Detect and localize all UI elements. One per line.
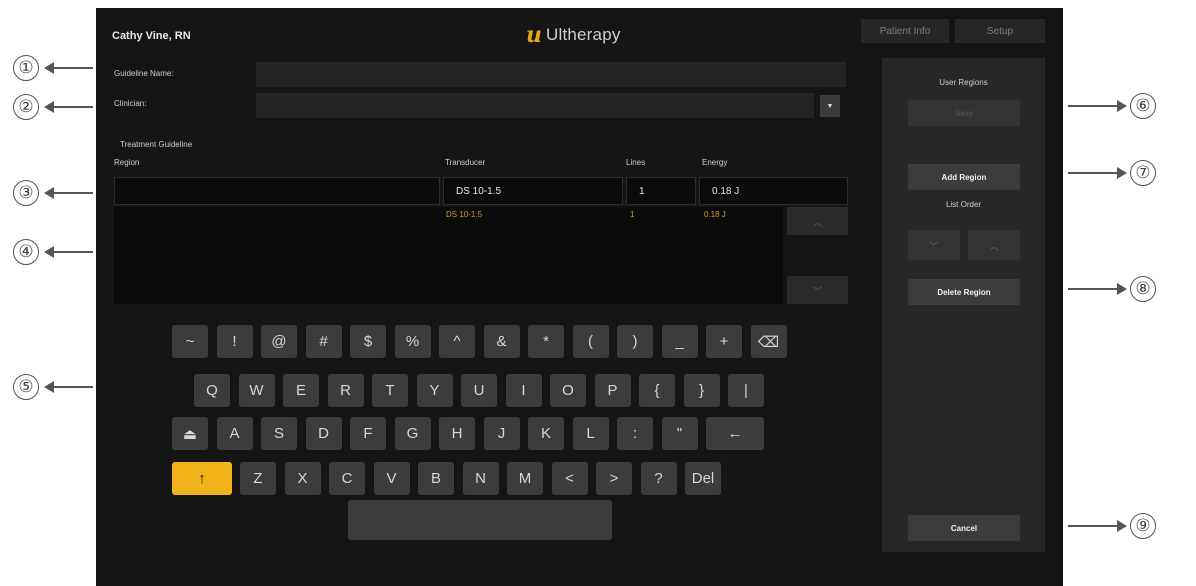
callout-arrow bbox=[1068, 520, 1127, 532]
key[interactable]: K bbox=[528, 417, 564, 450]
callout-7: ⑦ bbox=[1068, 160, 1156, 186]
stage: ① ② ③ ④ ⑤ ⑥ ⑦ ⑧ ⑨ Cathy Vine, RN u Ulthe bbox=[0, 0, 1196, 586]
key[interactable]: " bbox=[661, 417, 698, 450]
add-region-button[interactable]: Add Region bbox=[908, 164, 1020, 190]
key[interactable]: E bbox=[283, 374, 319, 407]
list-order-label: List Order bbox=[945, 200, 982, 209]
key[interactable]: ? bbox=[640, 462, 677, 495]
key[interactable]: D bbox=[305, 417, 342, 450]
key[interactable]: T bbox=[372, 374, 408, 407]
key[interactable]: P bbox=[594, 374, 631, 407]
key[interactable]: R bbox=[327, 374, 364, 407]
key[interactable]: % bbox=[394, 325, 431, 358]
key[interactable]: } bbox=[683, 374, 720, 407]
backspace-key[interactable]: ⌫ bbox=[750, 325, 787, 358]
order-down-button[interactable]: ﹀ bbox=[908, 230, 960, 260]
key[interactable]: H bbox=[439, 417, 475, 450]
key[interactable]: F bbox=[350, 417, 386, 450]
space-key[interactable] bbox=[348, 500, 612, 540]
key[interactable]: @ bbox=[261, 325, 297, 358]
callout-arrow bbox=[44, 101, 93, 113]
key[interactable]: N bbox=[462, 462, 499, 495]
key[interactable]: $ bbox=[350, 325, 386, 358]
callout-arrow bbox=[1068, 167, 1127, 179]
key[interactable]: A bbox=[216, 417, 253, 450]
key[interactable]: M bbox=[507, 462, 543, 495]
callout-arrow bbox=[44, 246, 93, 258]
callout-9: ⑨ bbox=[1068, 513, 1156, 539]
key[interactable]: ! bbox=[216, 325, 253, 358]
user-regions-label: User Regions bbox=[939, 78, 988, 87]
key[interactable]: Q bbox=[194, 374, 230, 407]
key[interactable]: I bbox=[505, 374, 542, 407]
callout-1: ① bbox=[13, 55, 93, 81]
key[interactable]: # bbox=[305, 325, 342, 358]
key[interactable]: ) bbox=[617, 325, 653, 358]
callout-4: ④ bbox=[13, 239, 93, 265]
key[interactable]: { bbox=[639, 374, 675, 407]
chevron-up-icon: ︿ bbox=[989, 241, 999, 253]
key[interactable]: O bbox=[550, 374, 586, 407]
key[interactable]: W bbox=[238, 374, 275, 407]
key[interactable]: B bbox=[418, 462, 454, 495]
callout-2: ② bbox=[13, 94, 93, 120]
key[interactable]: G bbox=[394, 417, 431, 450]
key[interactable]: Z bbox=[240, 462, 276, 495]
callout-arrow bbox=[44, 62, 93, 74]
key[interactable]: ( bbox=[572, 325, 609, 358]
key[interactable]: ~ bbox=[172, 325, 208, 358]
callout-arrow bbox=[44, 187, 93, 199]
enter-key[interactable]: ← bbox=[706, 417, 764, 450]
key[interactable]: J bbox=[483, 417, 520, 450]
key[interactable]: U bbox=[461, 374, 497, 407]
key[interactable]: & bbox=[483, 325, 520, 358]
callout-arrow bbox=[1068, 100, 1127, 112]
key[interactable]: S bbox=[261, 417, 297, 450]
key[interactable]: : bbox=[617, 417, 653, 450]
key[interactable]: C bbox=[329, 462, 365, 495]
key[interactable]: L bbox=[572, 417, 609, 450]
callout-5: ⑤ bbox=[13, 374, 93, 400]
key[interactable]: _ bbox=[661, 325, 698, 358]
delete-key[interactable]: Del bbox=[685, 462, 721, 495]
save-button[interactable]: Save bbox=[908, 100, 1020, 126]
right-panel: User Regions Save Add Region List Order … bbox=[882, 58, 1045, 552]
device-screen: Cathy Vine, RN u Ultherapy Patient Info … bbox=[96, 8, 1063, 586]
shift-key[interactable]: ↑ bbox=[172, 462, 232, 495]
key[interactable]: Y bbox=[416, 374, 453, 407]
caps-lock-key[interactable]: ⏏ bbox=[172, 417, 208, 450]
callout-6: ⑥ bbox=[1068, 93, 1156, 119]
chevron-down-icon: ﹀ bbox=[929, 241, 939, 253]
key[interactable]: + bbox=[706, 325, 742, 358]
key[interactable]: > bbox=[596, 462, 632, 495]
callout-arrow bbox=[1068, 283, 1127, 295]
callout-arrow bbox=[44, 381, 93, 393]
order-up-button[interactable]: ︿ bbox=[968, 230, 1020, 260]
key[interactable]: ^ bbox=[439, 325, 475, 358]
key[interactable]: < bbox=[551, 462, 588, 495]
tab-setup[interactable]: Setup bbox=[955, 19, 1045, 43]
callout-3: ③ bbox=[13, 180, 93, 206]
key[interactable]: V bbox=[373, 462, 410, 495]
tab-patient-info[interactable]: Patient Info bbox=[861, 19, 949, 43]
callout-8: ⑧ bbox=[1068, 276, 1156, 302]
key[interactable]: X bbox=[284, 462, 321, 495]
key[interactable]: | bbox=[728, 374, 764, 407]
key[interactable]: * bbox=[528, 325, 564, 358]
delete-region-button[interactable]: Delete Region bbox=[908, 279, 1020, 305]
cancel-button[interactable]: Cancel bbox=[908, 515, 1020, 541]
